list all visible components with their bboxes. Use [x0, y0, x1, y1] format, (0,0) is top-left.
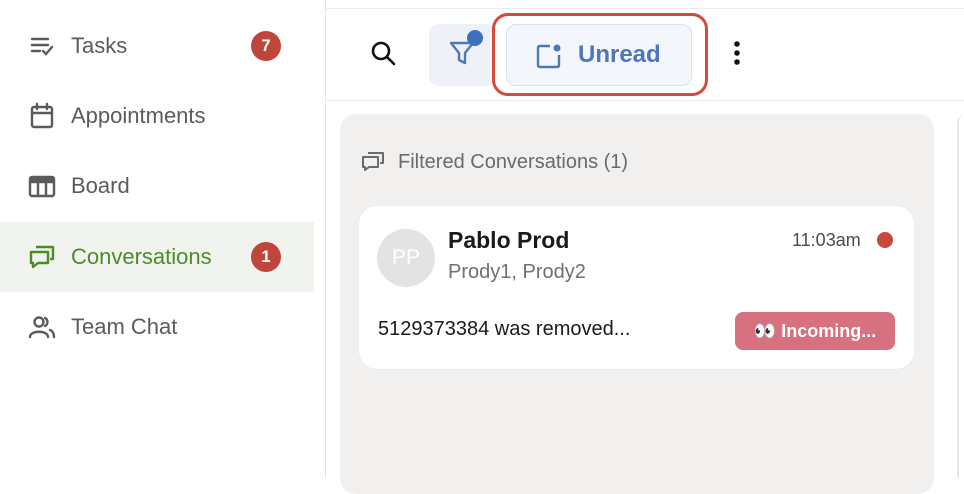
search-icon [370, 40, 396, 71]
top-divider [326, 8, 964, 9]
team-icon [27, 312, 57, 342]
toolbar-divider [326, 100, 964, 101]
unread-button[interactable]: Unread [506, 24, 692, 86]
sidebar-item-label: Conversations [71, 244, 212, 269]
conversation-card[interactable]: PP Pablo Prod Prody1, Prody2 11:03am 512… [359, 206, 914, 369]
sidebar-item-team-chat[interactable]: Team Chat [0, 292, 314, 362]
sidebar-item-label: Appointments [71, 103, 206, 128]
conversation-time: 11:03am [792, 230, 861, 250]
calendar-icon [27, 101, 57, 131]
adjacent-panel-edge [957, 114, 964, 478]
tasks-count-badge: 7 [251, 31, 281, 61]
unread-icon [536, 43, 562, 69]
unread-indicator-dot [877, 232, 893, 248]
panel-title: Filtered Conversations (1) [398, 150, 629, 173]
status-badge: 👀 Incoming... [735, 312, 895, 350]
sidebar-item-label: Board [71, 173, 130, 198]
sidebar-item-board[interactable]: Board [0, 151, 314, 221]
sidebar-item-label: Team Chat [71, 314, 178, 339]
filter-button[interactable] [429, 24, 495, 86]
contact-name: Pablo Prod [448, 227, 570, 253]
message-preview: 5129373384 was removed... [378, 318, 631, 340]
chat-icon [360, 151, 386, 173]
sidebar: Tasks 7 Appointments Board Conversations… [0, 0, 326, 478]
conversations-count-badge: 1 [251, 242, 281, 272]
search-button[interactable] [362, 34, 404, 76]
chat-icon [27, 242, 57, 272]
sidebar-item-tasks[interactable]: Tasks 7 [0, 11, 314, 81]
conversations-panel: Filtered Conversations (1) PP Pablo Prod… [340, 114, 934, 494]
board-icon [27, 171, 57, 201]
contact-subtitle: Prody1, Prody2 [448, 261, 586, 283]
avatar: PP [377, 229, 435, 287]
sidebar-item-conversations[interactable]: Conversations 1 [0, 222, 314, 292]
more-options-button[interactable] [722, 38, 752, 72]
panel-header: Filtered Conversations (1) [360, 150, 628, 174]
filter-active-dot [467, 30, 483, 46]
sidebar-item-label: Tasks [71, 33, 128, 58]
sidebar-item-appointments[interactable]: Appointments [0, 81, 314, 151]
tasks-icon [27, 31, 57, 61]
unread-label: Unread [578, 41, 661, 68]
more-vertical-icon [733, 40, 741, 71]
